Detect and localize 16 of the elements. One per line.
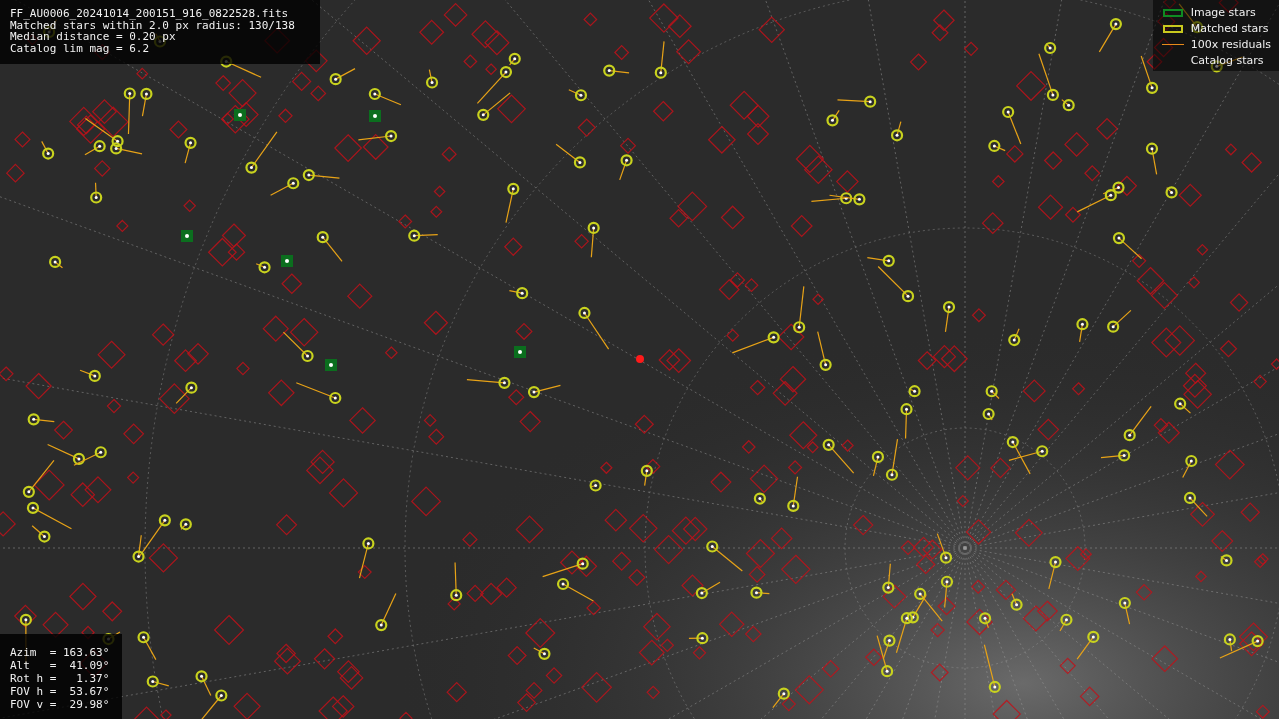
info-line: Median distance = 0.20 px xyxy=(10,31,176,43)
info-line: FF_AU0006_20241014_200151_916_0822528.fits xyxy=(10,8,290,20)
info-line: Matched stars within 2.0 px radius: 130/138 xyxy=(10,19,296,31)
legend-label: Matched stars xyxy=(1190,22,1269,35)
residual-line-icon xyxy=(1161,44,1184,45)
pointing-line: Rot h = 1.37° xyxy=(10,672,111,685)
legend-label: Catalog stars xyxy=(1190,54,1264,67)
pointing-line: Alt = 41.09° xyxy=(10,659,111,672)
pointing-line: FOV h = 53.67° xyxy=(10,685,111,698)
info-line: Catalog lim mag = 6.2 xyxy=(10,42,151,54)
legend-label: Image stars xyxy=(1190,6,1256,19)
pointing-line: FOV v = 29.98° xyxy=(10,698,111,711)
pointing-line: Azim = 163.63° xyxy=(10,646,111,659)
image-star-swatch-icon xyxy=(1162,8,1183,17)
legend-label: 100x residuals xyxy=(1190,38,1271,51)
matched-star-swatch-icon xyxy=(1162,24,1183,33)
